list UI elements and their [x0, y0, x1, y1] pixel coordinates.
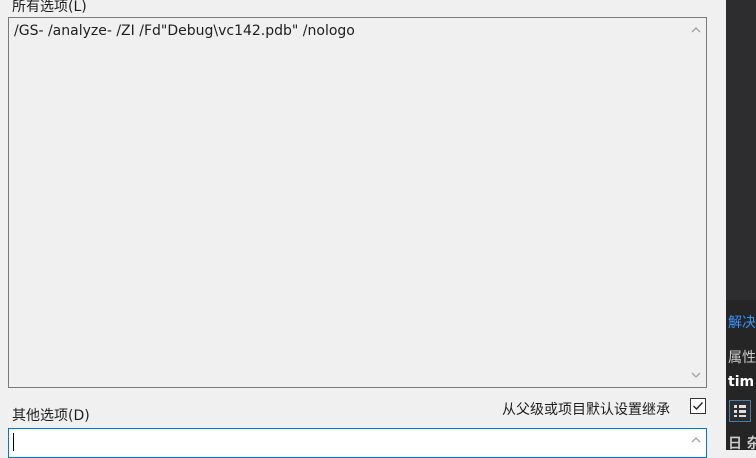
- text-caret: [13, 433, 14, 451]
- all-options-textbox[interactable]: /GS- /analyze- /ZI /Fd"Debug\vc142.pdb" …: [8, 17, 707, 388]
- inherit-checkbox-label: 从父级或项目默认设置继承: [502, 402, 670, 418]
- all-options-text: /GS- /analyze- /ZI /Fd"Debug\vc142.pdb" …: [14, 23, 355, 39]
- properties-panel-title: 属性: [728, 350, 756, 366]
- categorized-view-icon[interactable]: [729, 400, 751, 422]
- other-options-label: 其他选项(D): [12, 408, 90, 424]
- solution-explorer-tab[interactable]: 解决: [728, 312, 756, 332]
- scroll-down-icon[interactable]: [690, 369, 702, 381]
- scroll-up-icon[interactable]: [690, 24, 702, 36]
- checkmark-icon: [693, 402, 704, 411]
- other-options-input[interactable]: [8, 428, 707, 458]
- inherit-checkbox[interactable]: [690, 398, 706, 414]
- command-line-dialog: 所有选项(L) /GS- /analyze- /ZI /Fd"Debug\vc1…: [0, 0, 726, 458]
- other-options-scrollbar[interactable]: [686, 429, 706, 457]
- side-panel: 解决 属性 tim 日 杂: [726, 0, 756, 450]
- misc-category[interactable]: 日 杂: [728, 433, 756, 450]
- scroll-up-icon[interactable]: [690, 434, 702, 446]
- all-options-scrollbar[interactable]: [686, 18, 706, 387]
- properties-object-name: tim: [728, 374, 755, 390]
- side-panel-top: [726, 0, 756, 300]
- all-options-label: 所有选项(L): [12, 0, 87, 15]
